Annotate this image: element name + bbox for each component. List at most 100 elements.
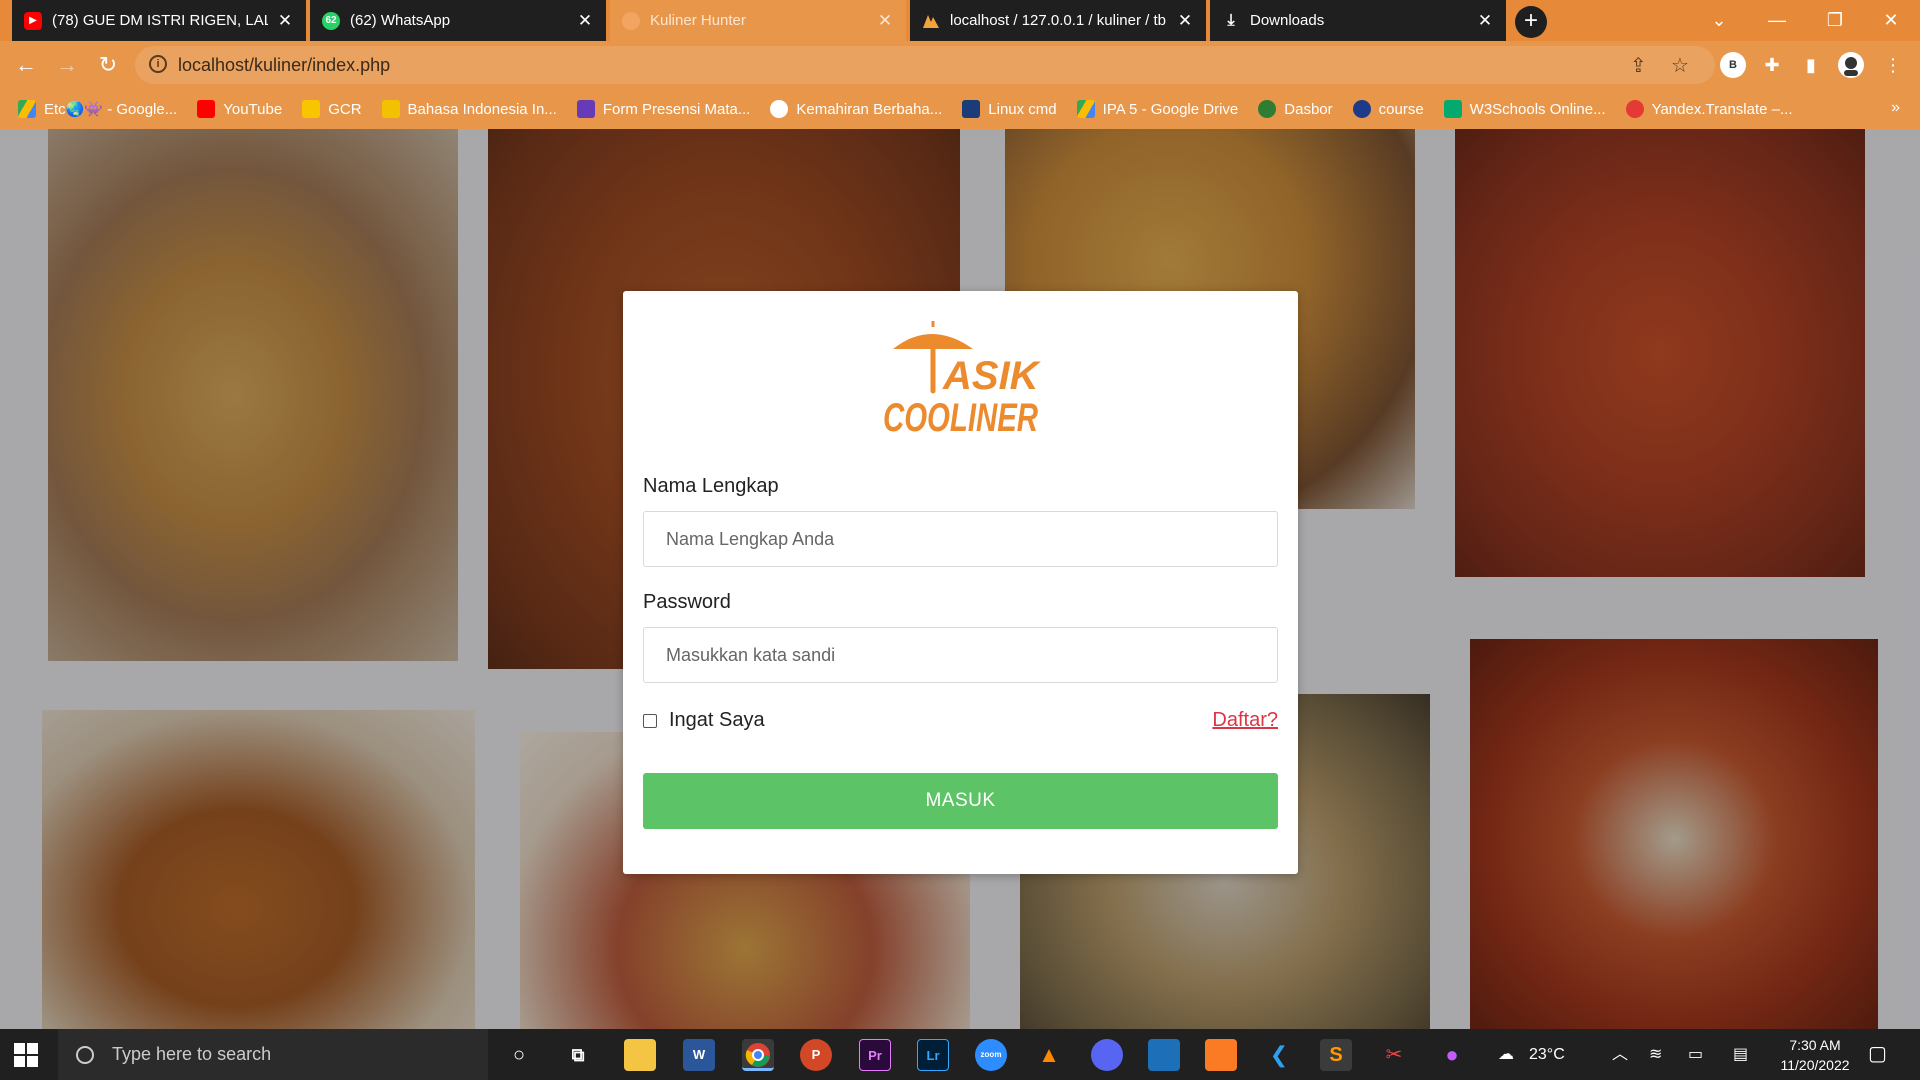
notification-icon[interactable]: ▢ [1868, 1029, 1887, 1080]
restore-button[interactable]: ❐ [1806, 0, 1864, 41]
login-button[interactable]: MASUK [643, 773, 1278, 829]
bookmark-item[interactable]: Linux cmd [962, 100, 1057, 118]
bookmark-item[interactable]: W3Schools Online... [1443, 100, 1606, 118]
back-button[interactable]: ← [10, 49, 42, 81]
google-icon [770, 100, 789, 118]
address-bar[interactable]: i localhost/kuliner/index.php ⇪ ☆ [135, 46, 1715, 84]
name-input[interactable] [643, 511, 1278, 567]
xampp-icon[interactable] [1205, 1039, 1237, 1071]
yandex-icon [1625, 100, 1644, 118]
minimize-button[interactable]: — [1748, 0, 1806, 41]
tray-chevron-icon[interactable]: ︿ [1612, 1029, 1628, 1080]
password-input[interactable] [643, 627, 1278, 683]
share-icon[interactable]: ⇪ [1630, 53, 1647, 78]
whatsapp-icon: 62 [322, 11, 340, 30]
discord-icon[interactable] [1091, 1039, 1123, 1071]
bookmark-item[interactable]: GCR [302, 100, 362, 118]
google-forms-icon [576, 100, 595, 118]
bookmark-item[interactable]: Form Presensi Mata... [576, 100, 750, 118]
taskbar-search[interactable]: Type here to search [58, 1029, 488, 1080]
bookmark-item[interactable]: YouTube [197, 100, 282, 118]
powerpoint-icon[interactable]: P [800, 1039, 832, 1071]
tab-title: localhost / 127.0.0.1 / kuliner / tb [950, 12, 1166, 29]
sublime-icon[interactable]: S [1320, 1039, 1352, 1071]
side-panel-icon[interactable]: ▮ [1798, 52, 1824, 78]
battery-icon[interactable]: ▭ [1688, 1029, 1703, 1080]
register-link[interactable]: Daftar? [1212, 709, 1278, 732]
asik-cooliner-logo: ASIK COOLINER [883, 321, 1041, 439]
bookmark-item[interactable]: Etc🌏👾 - Google... [18, 100, 177, 118]
terminal-icon [962, 100, 981, 118]
new-tab-button[interactable]: + [1515, 6, 1547, 38]
display-icon[interactable]: ▤ [1733, 1029, 1748, 1080]
drop-app-icon[interactable]: ● [1436, 1039, 1468, 1071]
close-icon[interactable]: ✕ [576, 11, 594, 31]
close-icon[interactable]: ✕ [876, 11, 894, 31]
site-info-icon[interactable]: i [149, 55, 167, 73]
tab-strip: ▶ (78) GUE DM ISTRI RIGEN, LALU I ✕ 62 (… [0, 0, 1920, 41]
tab-downloads[interactable]: ⤓ Downloads ✕ [1210, 0, 1506, 41]
tab-search-button[interactable]: ⌄ [1690, 0, 1748, 41]
wifi-icon[interactable]: ≋ [1649, 1029, 1662, 1080]
forward-button[interactable]: → [51, 49, 83, 81]
bookmark-item[interactable]: Yandex.Translate –... [1625, 100, 1793, 118]
clock-date: 11/20/2022 [1780, 1057, 1850, 1073]
logo-line1: ASIK [942, 354, 1041, 398]
dashboard-icon [1258, 100, 1277, 118]
classroom-icon [302, 100, 321, 118]
weather-temp[interactable]: 23°C [1529, 1029, 1565, 1080]
file-explorer-icon[interactable] [624, 1039, 656, 1071]
phpmyadmin-icon [922, 12, 940, 30]
w3schools-icon [1443, 100, 1462, 118]
download-icon: ⤓ [1227, 11, 1235, 29]
close-icon[interactable]: ✕ [1176, 11, 1194, 31]
browser-toolbar: ← → ↻ i localhost/kuliner/index.php ⇪ ☆ … [0, 41, 1920, 89]
close-icon[interactable]: ✕ [276, 11, 294, 31]
password-label: Password [643, 591, 731, 613]
snipping-tool-icon[interactable]: ✂ [1378, 1039, 1410, 1071]
avatar[interactable] [1838, 52, 1864, 78]
more-bookmarks-icon[interactable]: » [1891, 99, 1900, 117]
task-view-icon[interactable]: ⧉ [562, 1039, 594, 1071]
page-icon [622, 11, 640, 30]
windows-start-icon[interactable] [14, 1043, 38, 1067]
bookmark-star-icon[interactable]: ☆ [1671, 53, 1689, 78]
lightroom-icon[interactable]: Lr [917, 1039, 949, 1071]
tab-title: (62) WhatsApp [350, 12, 451, 29]
tab-youtube[interactable]: ▶ (78) GUE DM ISTRI RIGEN, LALU I ✕ [12, 0, 306, 41]
remember-checkbox[interactable] [643, 713, 657, 728]
word-icon[interactable]: W [683, 1039, 715, 1071]
tab-kuliner-hunter[interactable]: Kuliner Hunter ✕ [610, 0, 906, 41]
bookmark-item[interactable]: IPA 5 - Google Drive [1076, 100, 1238, 118]
vscode-icon[interactable]: ❮ [1263, 1039, 1295, 1071]
weather-icon[interactable]: ☁ [1498, 1029, 1514, 1080]
chrome-icon[interactable] [742, 1039, 774, 1071]
login-card: ASIK COOLINER Nama Lengkap Password Inga… [623, 291, 1298, 874]
bookmark-item[interactable]: course [1352, 100, 1424, 118]
extension-profile-icon[interactable]: B [1720, 52, 1746, 78]
zoom-icon[interactable]: zoom [975, 1039, 1007, 1071]
extensions-icon[interactable]: ✚ [1759, 52, 1785, 78]
clock[interactable]: 7:30 AM 11/20/2022 [1760, 1035, 1870, 1075]
page-viewport: ASIK COOLINER Nama Lengkap Password Inga… [0, 129, 1920, 1029]
close-icon[interactable]: ✕ [1476, 11, 1494, 31]
close-window-button[interactable]: ✕ [1862, 0, 1920, 41]
remember-me[interactable]: Ingat Saya [643, 709, 765, 732]
remember-label: Ingat Saya [669, 709, 765, 731]
youtube-icon: ▶ [24, 11, 42, 30]
bookmark-item[interactable]: Dasbor [1258, 100, 1333, 118]
vlc-icon[interactable]: ▲ [1033, 1039, 1065, 1071]
premiere-icon[interactable]: Pr [859, 1039, 891, 1071]
tab-phpmyadmin[interactable]: localhost / 127.0.0.1 / kuliner / tb ✕ [910, 0, 1206, 41]
tab-whatsapp[interactable]: 62 (62) WhatsApp ✕ [310, 0, 606, 41]
e-learning-icon [381, 100, 400, 118]
menu-icon[interactable]: ⋮ [1880, 52, 1906, 78]
url-text[interactable]: localhost/kuliner/index.php [178, 55, 390, 76]
search-icon [76, 1045, 94, 1064]
photos-icon[interactable] [1148, 1039, 1180, 1071]
bookmark-item[interactable]: Bahasa Indonesia In... [381, 100, 557, 118]
cortana-icon[interactable]: ○ [503, 1039, 535, 1071]
reload-button[interactable]: ↻ [92, 49, 124, 81]
bookmark-item[interactable]: Kemahiran Berbaha... [770, 100, 942, 118]
tab-title: Kuliner Hunter [650, 12, 746, 29]
